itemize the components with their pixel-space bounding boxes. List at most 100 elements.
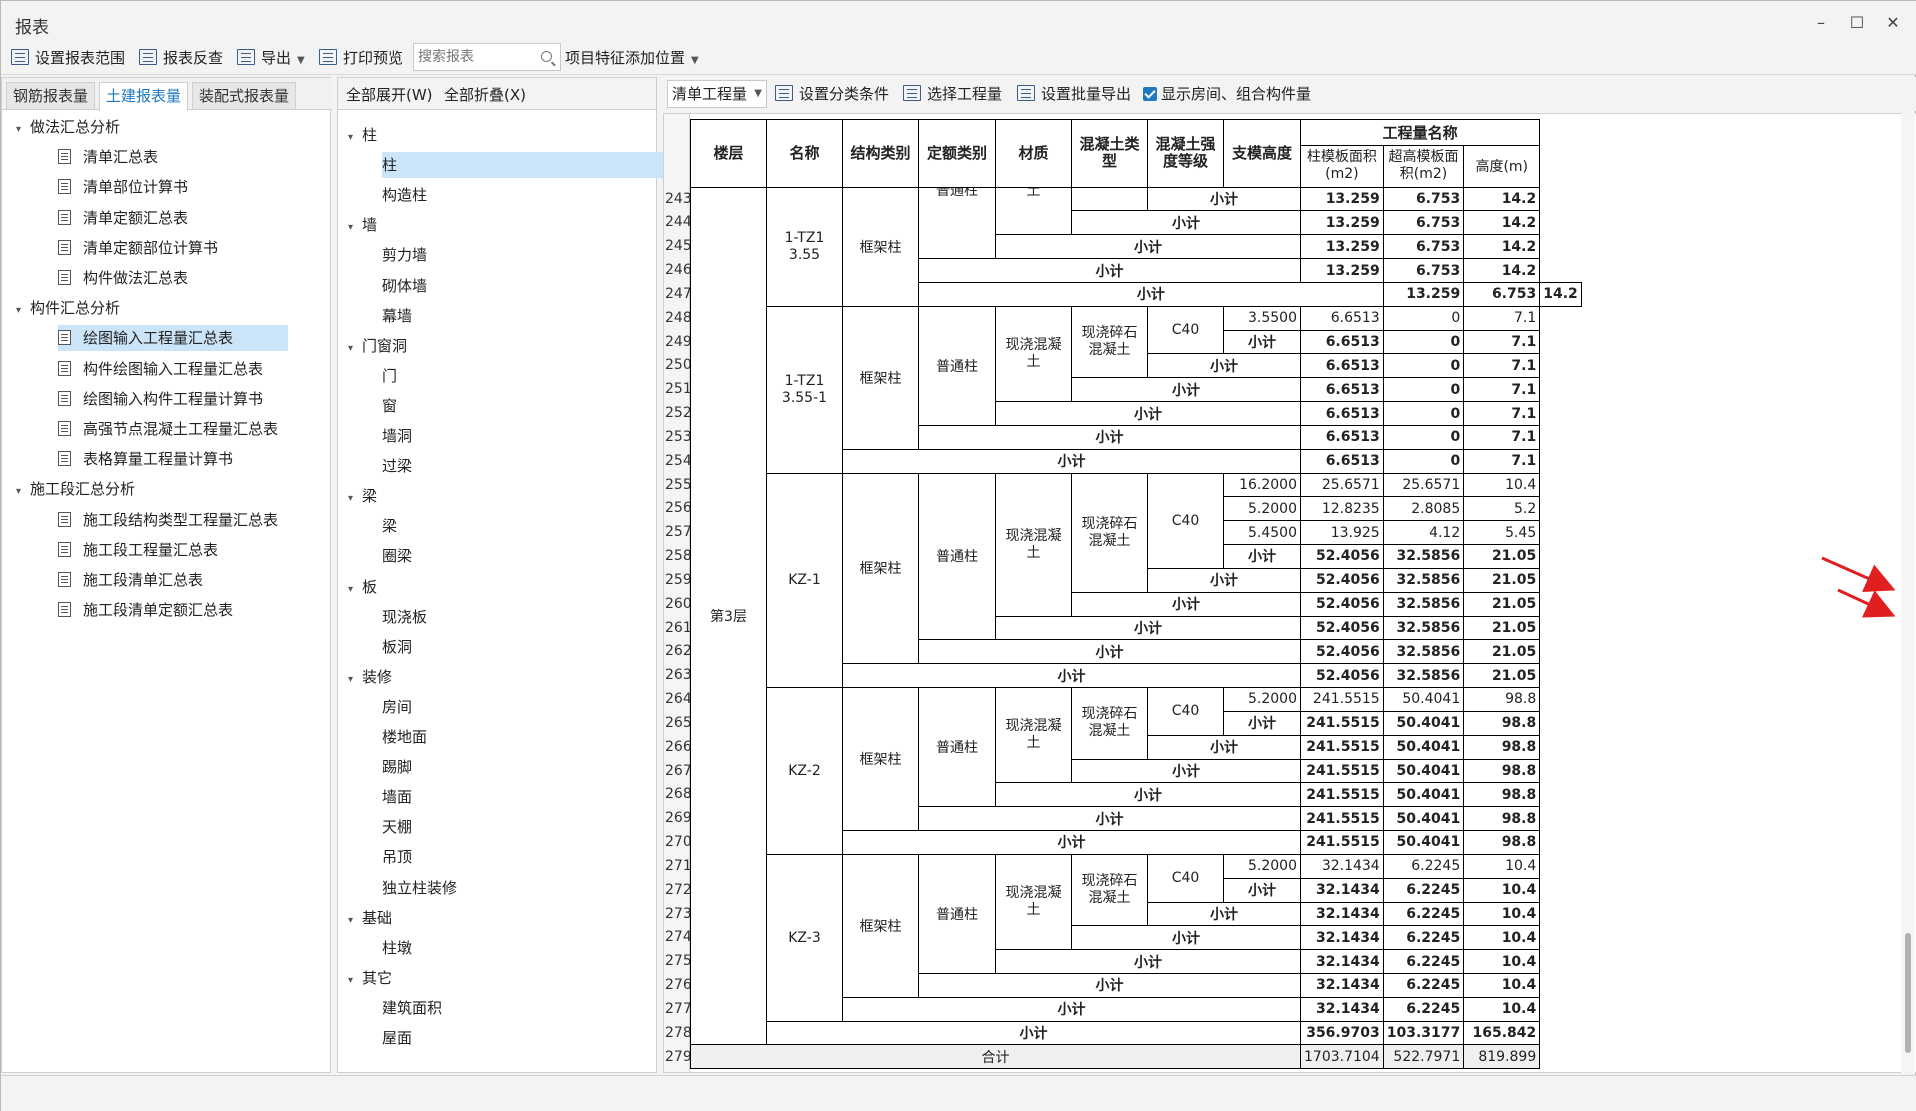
chevron-down-icon[interactable]: ▾ — [16, 298, 30, 324]
tree-item[interactable]: 柱墩 — [382, 935, 412, 961]
tree-item[interactable]: 圈梁 — [382, 543, 412, 569]
tab-civil-report[interactable]: 土建报表量 — [99, 82, 189, 111]
value-cell: 50.4041 — [1382, 710, 1465, 736]
chevron-down-icon[interactable]: ▾ — [348, 215, 362, 241]
tree-item-label: 梁 — [362, 487, 378, 506]
expand-all-button[interactable]: 全部展开(W) — [346, 84, 433, 105]
tree-item[interactable]: 屋面 — [382, 1025, 412, 1051]
quantity-type-select[interactable]: 清单工程量 ▼ — [667, 80, 767, 108]
tree-item[interactable]: ▾ 梁 — [348, 483, 377, 509]
chevron-down-icon[interactable]: ▾ — [16, 117, 30, 143]
tree-item[interactable]: 吊顶 — [382, 844, 412, 870]
tree-item[interactable]: 柱 — [382, 152, 672, 179]
chevron-down-icon[interactable]: ▾ — [16, 479, 30, 505]
chevron-down-icon[interactable]: ▾ — [348, 336, 362, 362]
tree-item[interactable]: 现浇板 — [382, 604, 427, 630]
tree-item[interactable]: ▾ 门窗洞 — [348, 333, 407, 359]
subtotal-cell: 小计 — [918, 806, 1301, 832]
tree-item[interactable]: ▾ 柱 — [348, 122, 377, 148]
tree-item[interactable]: 墙面 — [382, 784, 412, 810]
search-icon[interactable] — [541, 51, 552, 62]
tree-item[interactable]: ▾ 装修 — [348, 664, 392, 690]
value-cell: 10.4 — [1463, 853, 1541, 879]
tree-item[interactable]: ▾ 基础 — [348, 905, 392, 931]
tree-item[interactable]: 踢脚 — [382, 754, 412, 780]
tree-item[interactable]: 幕墙 — [382, 303, 412, 329]
row-number: 261 — [665, 619, 692, 636]
tree-item[interactable]: 施工段结构类型工程量汇总表 — [58, 507, 278, 533]
tree-item[interactable]: 板洞 — [382, 634, 412, 660]
tree-item[interactable]: 剪力墙 — [382, 242, 427, 268]
tree-item[interactable]: 天棚 — [382, 814, 412, 840]
tree-item[interactable]: 清单汇总表 — [58, 144, 158, 170]
tree-item[interactable]: 清单部位计算书 — [58, 174, 188, 200]
vertical-scrollbar[interactable] — [1901, 113, 1915, 1073]
search-input[interactable] — [418, 45, 538, 69]
tree-item[interactable]: ▾ 板 — [348, 574, 377, 600]
collapse-all-button[interactable]: 全部折叠(X) — [444, 84, 526, 105]
value-cell: 6.2245 — [1382, 949, 1465, 974]
tree-item[interactable]: 施工段工程量汇总表 — [58, 537, 218, 563]
value-cell: 14.2 — [1463, 234, 1541, 260]
chevron-down-icon[interactable]: ▾ — [348, 968, 362, 994]
tree-item[interactable]: 清单定额部位计算书 — [58, 235, 218, 261]
tab-prefab-report[interactable]: 装配式报表量 — [192, 82, 297, 109]
quota-cell: 普通柱 — [918, 186, 996, 260]
tree-item-label: 门 — [382, 366, 398, 385]
tree-item[interactable]: 高强节点混凝土工程量汇总表 — [58, 416, 278, 442]
value-cell: 7.1 — [1463, 377, 1541, 403]
chevron-down-icon[interactable]: ▾ — [348, 486, 362, 512]
chevron-down-icon[interactable]: ▾ — [348, 577, 362, 603]
export-button[interactable]: 导出 ▼ — [237, 47, 305, 69]
tree-item[interactable]: 施工段清单定额汇总表 — [58, 597, 233, 623]
tree-item[interactable]: 建筑面积 — [382, 995, 442, 1021]
select-quantity-button[interactable]: 选择工程量 — [903, 83, 1002, 105]
tree-item[interactable]: 过梁 — [382, 453, 412, 479]
tree-item[interactable]: 施工段清单汇总表 — [58, 567, 203, 593]
show-room-checkbox[interactable]: 显示房间、组合构件量 — [1143, 83, 1311, 105]
feature-position-dropdown[interactable]: 项目特征添加位置 ▼ — [565, 47, 699, 69]
minimize-icon[interactable]: – — [1809, 13, 1833, 33]
close-icon[interactable]: ✕ — [1881, 13, 1905, 33]
tree-item[interactable]: ▾ 构件汇总分析 — [16, 295, 120, 321]
value-cell: 98.8 — [1463, 830, 1541, 855]
chevron-down-icon[interactable]: ▾ — [348, 125, 362, 151]
row-number: 262 — [665, 643, 692, 660]
tree-item[interactable]: 梁 — [382, 513, 397, 539]
tree-item-label: 清单定额汇总表 — [83, 208, 189, 227]
scrollbar-thumb[interactable] — [1905, 933, 1911, 1053]
tree-item[interactable]: 房间 — [382, 694, 412, 720]
tree-item[interactable]: 表格算量工程量计算书 — [58, 446, 233, 472]
tree-item[interactable]: 楼地面 — [382, 724, 427, 750]
tree-item[interactable]: 砌体墙 — [382, 273, 427, 299]
set-category-button[interactable]: 设置分类条件 — [775, 83, 889, 105]
row-number: 251 — [665, 381, 692, 398]
tree-item[interactable]: 独立柱装修 — [382, 875, 457, 901]
batch-export-button[interactable]: 设置批量导出 — [1017, 83, 1131, 105]
value-cell: 52.4056 — [1300, 663, 1384, 689]
tree-item[interactable]: ▾ 其它 — [348, 965, 392, 991]
tree-item[interactable]: 构件做法汇总表 — [58, 265, 188, 291]
tree-item[interactable]: 绘图输入构件工程量计算书 — [58, 386, 263, 412]
tree-item[interactable]: 门 — [382, 363, 397, 389]
tree-item[interactable]: ▾ 做法汇总分析 — [16, 114, 120, 140]
tree-item[interactable]: ▾ 施工段汇总分析 — [16, 476, 135, 502]
tree-item[interactable]: 构造柱 — [382, 182, 427, 208]
tree-item[interactable]: 清单定额汇总表 — [58, 205, 188, 231]
print-preview-button[interactable]: 打印预览 — [319, 47, 403, 69]
chevron-down-icon[interactable]: ▾ — [348, 908, 362, 934]
report-check-button[interactable]: 报表反查 — [139, 47, 223, 69]
tree-item-label: 高强节点混凝土工程量汇总表 — [83, 420, 279, 438]
tree-item[interactable]: 绘图输入工程量汇总表 — [58, 325, 288, 352]
chevron-down-icon[interactable]: ▾ — [348, 667, 362, 693]
tree-item[interactable]: 构件绘图输入工程量汇总表 — [58, 356, 263, 382]
tree-item[interactable]: 窗 — [382, 393, 397, 419]
set-scope-button[interactable]: 设置报表范围 — [11, 47, 125, 69]
tree-item[interactable]: ▾ 墙 — [348, 212, 377, 238]
tab-rebar-report[interactable]: 钢筋报表量 — [6, 82, 96, 109]
material-cell: 土 — [995, 186, 1072, 236]
value-cell: 7.1 — [1463, 424, 1541, 450]
maximize-icon[interactable]: ☐ — [1845, 13, 1869, 33]
tree-item[interactable]: 墙洞 — [382, 423, 412, 449]
row-number: 245 — [665, 238, 692, 255]
